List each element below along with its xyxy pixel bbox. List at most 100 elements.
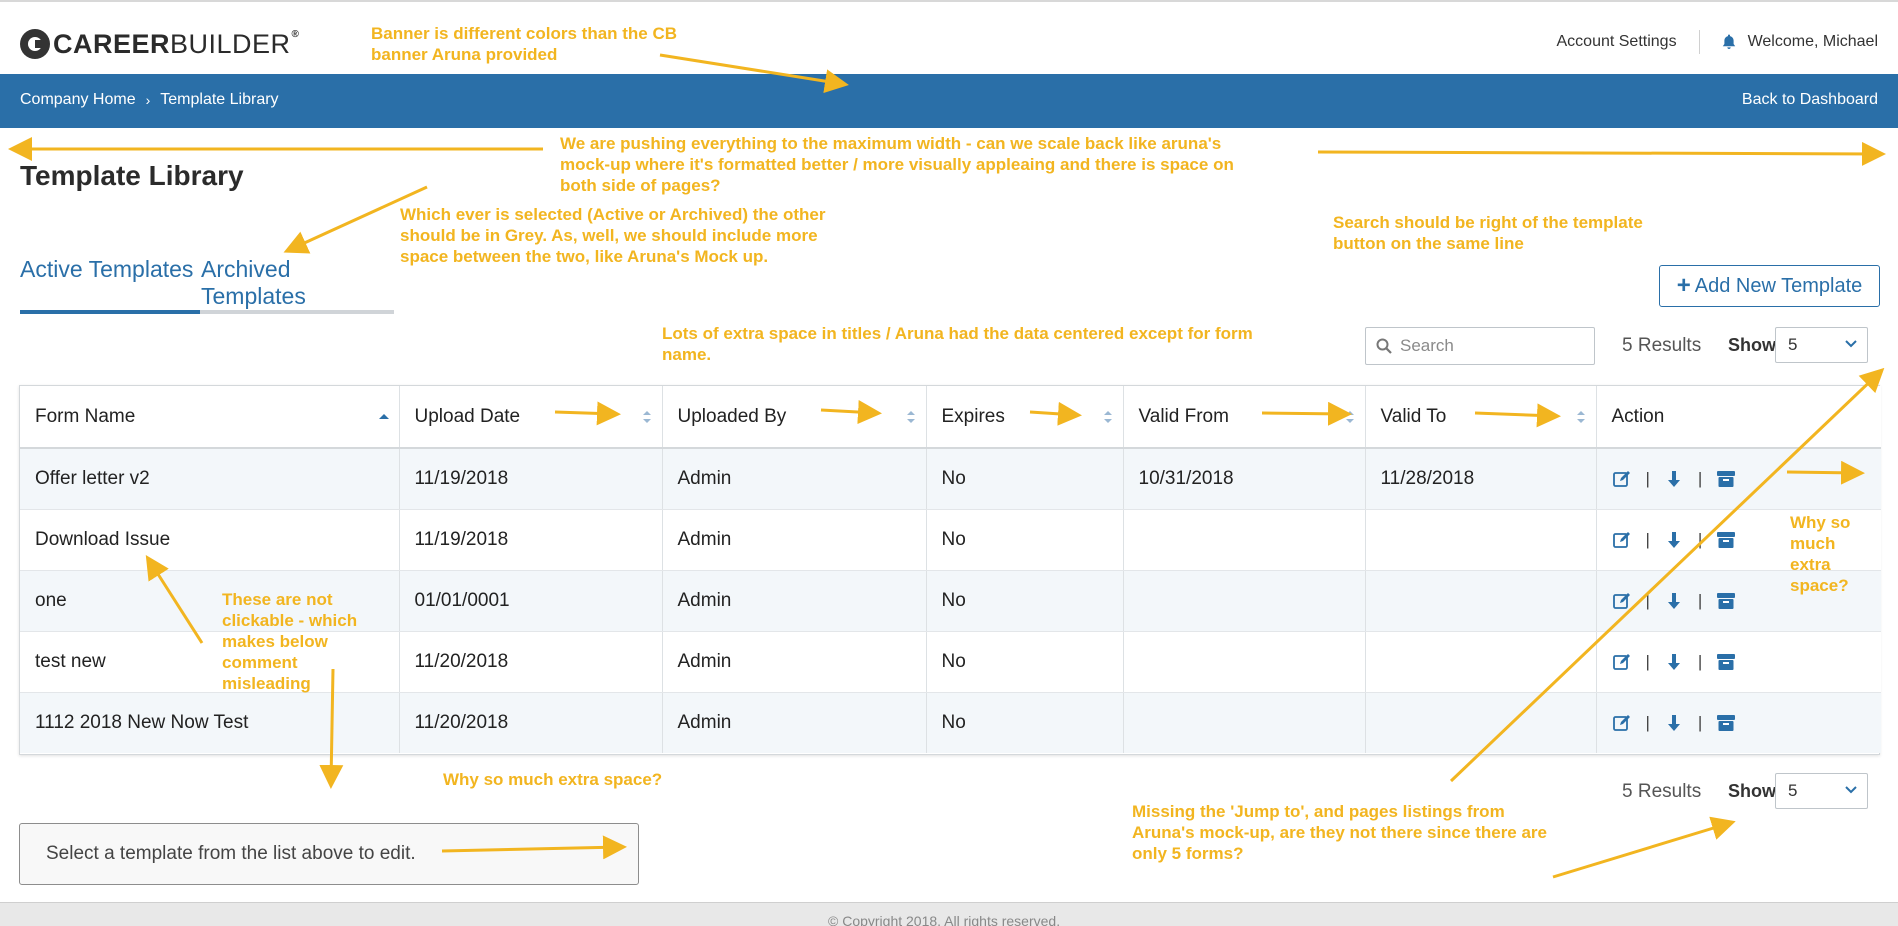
- cell-expires: No: [926, 448, 1124, 510]
- archive-icon[interactable]: [1716, 530, 1736, 550]
- archive-icon[interactable]: [1716, 591, 1736, 611]
- show-label-top: Show: [1728, 335, 1776, 355]
- cell-valid-to: 11/28/2018: [1365, 448, 1597, 510]
- bell-icon[interactable]: [1722, 34, 1736, 50]
- action-separator: |: [1697, 468, 1703, 488]
- cell-uploaded-by: Admin: [662, 631, 927, 693]
- annotation-clickable: These are not clickable - which makes be…: [222, 590, 358, 693]
- download-icon[interactable]: [1664, 530, 1684, 550]
- sort-ascending-icon[interactable]: [378, 410, 389, 424]
- edit-icon[interactable]: [1612, 713, 1632, 733]
- column-form-name[interactable]: Form Name: [20, 386, 400, 449]
- breadcrumb-chevron-icon: ›: [145, 92, 151, 108]
- chevron-down-icon: [1845, 786, 1857, 794]
- cell-upload-date: 01/01/0001: [399, 570, 663, 632]
- action-separator: |: [1645, 468, 1650, 488]
- tab-archived-templates[interactable]: Archived Templates: [201, 256, 394, 310]
- cell-valid-from: [1123, 570, 1366, 632]
- tab-active-templates[interactable]: Active Templates: [20, 256, 193, 283]
- back-to-dashboard-link[interactable]: Back to Dashboard: [1742, 91, 1878, 109]
- add-new-template-label: Add New Template: [1694, 274, 1863, 297]
- cell-valid-from: 10/31/2018: [1123, 448, 1366, 510]
- cell-uploaded-by: Admin: [662, 448, 927, 510]
- annotation-banner: Banner is different colors than the CB b…: [371, 24, 678, 64]
- edit-icon[interactable]: [1612, 469, 1632, 489]
- annotation-extra-space: Why so much extra space?: [443, 770, 663, 789]
- column-action: Action: [1596, 386, 1881, 449]
- table-row: 1112 2018 New Now Test 11/20/2018 Admin …: [20, 692, 1881, 753]
- action-separator: |: [1697, 712, 1703, 732]
- breadcrumb-current: Template Library: [160, 91, 279, 108]
- cell-form-name: Download Issue: [20, 509, 400, 571]
- sort-icon[interactable]: [1576, 410, 1586, 424]
- annotation-jump: Missing the 'Jump to', and pages listing…: [1132, 802, 1548, 863]
- page-size-select-bottom[interactable]: 5: [1775, 773, 1868, 809]
- column-expires[interactable]: Expires: [926, 386, 1124, 449]
- action-separator: |: [1645, 651, 1650, 671]
- download-icon[interactable]: [1664, 591, 1684, 611]
- edit-icon[interactable]: [1612, 591, 1632, 611]
- breadcrumb-home[interactable]: Company Home: [20, 91, 136, 109]
- annotation-search: Search should be right of the template b…: [1333, 213, 1643, 253]
- top-header: CAREERBUILDER® Account Settings Welcome,…: [0, 0, 1898, 74]
- action-separator: |: [1645, 712, 1650, 732]
- edit-icon[interactable]: [1612, 652, 1632, 672]
- cell-valid-to: [1365, 570, 1597, 632]
- cell-uploaded-by: Admin: [662, 570, 927, 632]
- download-icon[interactable]: [1664, 713, 1684, 733]
- careerbuilder-logo[interactable]: CAREERBUILDER®: [20, 28, 299, 60]
- download-icon[interactable]: [1664, 469, 1684, 489]
- search-input[interactable]: [1400, 336, 1580, 356]
- cell-valid-to: [1365, 692, 1597, 753]
- column-valid-from[interactable]: Valid From: [1123, 386, 1366, 449]
- column-uploaded-by[interactable]: Uploaded By: [662, 386, 927, 449]
- cell-form-name: Offer letter v2: [20, 448, 400, 510]
- cell-upload-date: 11/19/2018: [399, 448, 663, 510]
- edit-icon[interactable]: [1612, 530, 1632, 550]
- download-icon[interactable]: [1664, 652, 1684, 672]
- show-label-bottom: Show: [1728, 781, 1776, 801]
- cell-valid-to: [1365, 509, 1597, 571]
- add-new-template-button[interactable]: + Add New Template: [1659, 265, 1880, 307]
- sort-icon[interactable]: [906, 410, 916, 424]
- page-title: Template Library: [20, 160, 244, 191]
- table-header-row: Form Name Upload Date Uploaded By Expire…: [20, 386, 1881, 449]
- table-row: Download Issue 11/19/2018 Admin No | |: [20, 509, 1881, 571]
- column-upload-date[interactable]: Upload Date: [399, 386, 663, 449]
- archive-icon[interactable]: [1716, 713, 1736, 733]
- cell-uploaded-by: Admin: [662, 692, 927, 753]
- action-separator: |: [1697, 651, 1703, 671]
- logo-text-rest: BUILDER: [170, 28, 291, 59]
- results-count-top: 5 Results: [1622, 335, 1702, 356]
- search-box[interactable]: [1365, 327, 1595, 365]
- account-settings-link[interactable]: Account Settings: [1557, 33, 1677, 51]
- cell-actions: | |: [1596, 448, 1881, 510]
- page-size-select-top[interactable]: 5: [1775, 327, 1868, 363]
- logo-registered: ®: [291, 28, 300, 40]
- search-icon: [1376, 338, 1392, 354]
- column-valid-to[interactable]: Valid To: [1365, 386, 1597, 449]
- chevron-down-icon: [1845, 340, 1857, 348]
- archive-icon[interactable]: [1716, 469, 1736, 489]
- cell-upload-date: 11/19/2018: [399, 509, 663, 571]
- cell-upload-date: 11/20/2018: [399, 631, 663, 693]
- cell-actions: | |: [1596, 692, 1881, 753]
- table-row: Offer letter v2 11/19/2018 Admin No 10/3…: [20, 448, 1881, 510]
- nav-banner: Company Home › Template Library Back to …: [0, 74, 1898, 128]
- sort-icon[interactable]: [1103, 410, 1113, 424]
- cell-valid-from: [1123, 509, 1366, 571]
- sort-icon[interactable]: [1345, 410, 1355, 424]
- cell-valid-from: [1123, 692, 1366, 753]
- cell-valid-from: [1123, 631, 1366, 693]
- welcome-user[interactable]: Welcome, Michael: [1748, 33, 1878, 51]
- archive-icon[interactable]: [1716, 652, 1736, 672]
- cell-actions: | |: [1596, 631, 1881, 693]
- results-count-bottom: 5 Results: [1622, 781, 1702, 802]
- header-divider: [1698, 30, 1700, 54]
- plus-icon: +: [1676, 272, 1691, 299]
- footer: © Copyright 2018. All rights reserved.: [0, 902, 1898, 926]
- sort-icon[interactable]: [642, 410, 652, 424]
- cell-uploaded-by: Admin: [662, 509, 927, 571]
- page-size-value-top: 5: [1788, 335, 1798, 354]
- cell-valid-to: [1365, 631, 1597, 693]
